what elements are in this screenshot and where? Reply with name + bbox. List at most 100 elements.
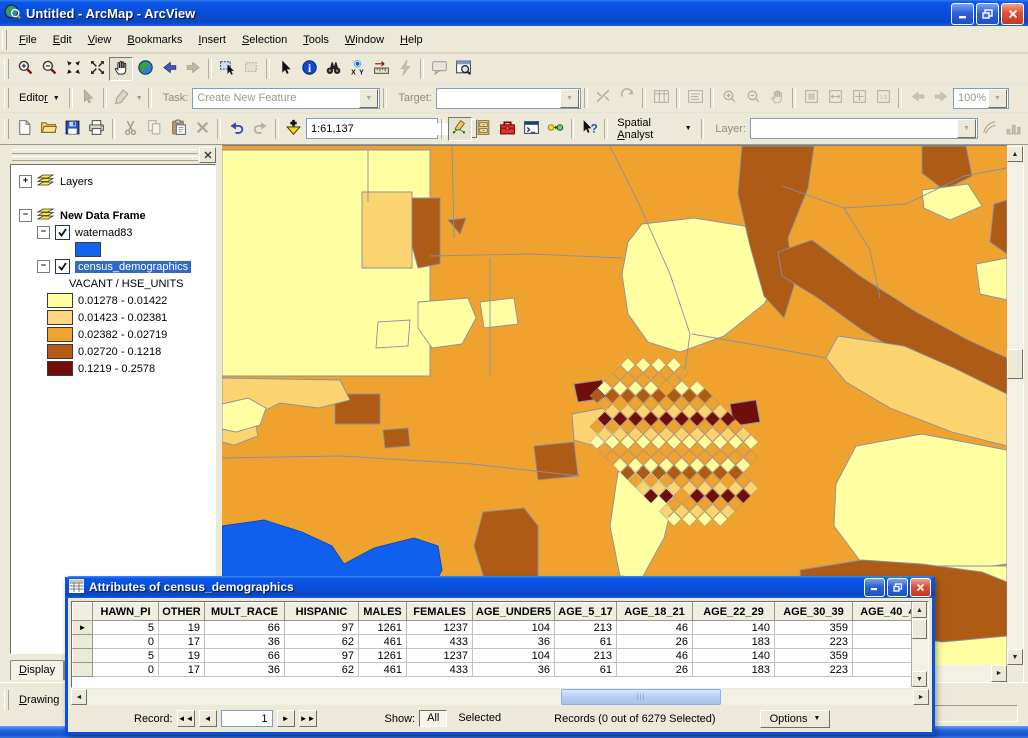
column-header-age_30_39[interactable]: AGE_30_39 — [775, 603, 853, 621]
spatial-analyst-menu-button[interactable]: Spatial Analyst▼ — [611, 115, 697, 143]
new-map-button[interactable] — [13, 117, 37, 141]
table-vertical-scrollbar[interactable]: ▲ ▼ — [911, 602, 928, 687]
undo-button[interactable] — [224, 117, 248, 141]
cell[interactable]: 62 — [285, 635, 359, 649]
pan-button[interactable] — [109, 57, 133, 81]
editor-menu-button[interactable]: Editor▼ — [13, 90, 66, 106]
cell[interactable]: 461 — [359, 663, 407, 677]
find-button[interactable] — [321, 57, 345, 81]
options-button[interactable]: Options▼ — [760, 710, 831, 728]
legend-swatch[interactable] — [47, 293, 73, 308]
layer-checkbox[interactable] — [55, 225, 70, 240]
column-header-age_under5[interactable]: AGE_UNDER5 — [473, 603, 555, 621]
cell[interactable]: 19 — [159, 649, 205, 663]
table-scroll-down-icon[interactable]: ▼ — [912, 671, 927, 687]
command-window-button[interactable] — [520, 117, 544, 141]
cell[interactable]: 62 — [285, 663, 359, 677]
cell[interactable]: 36 — [205, 635, 285, 649]
toc-root-label[interactable]: Layers — [60, 176, 93, 188]
chevron-down-icon[interactable]: ▼ — [957, 119, 976, 138]
restore-button[interactable] — [976, 3, 999, 25]
modelbuilder-button[interactable] — [544, 117, 568, 141]
first-record-button[interactable]: ◄◄ — [177, 710, 195, 727]
map-scale-combo[interactable]: ▼ — [306, 118, 438, 139]
paste-button[interactable] — [166, 117, 190, 141]
cell[interactable]: 97 — [285, 649, 359, 663]
record-number-input[interactable] — [221, 710, 273, 727]
cell[interactable]: 66 — [205, 649, 285, 663]
menu-tools[interactable]: Tools — [295, 29, 337, 51]
toolbar-grip[interactable] — [4, 119, 9, 139]
select-elements-button[interactable] — [273, 57, 297, 81]
zoom-out-button[interactable] — [37, 57, 61, 81]
print-button[interactable] — [85, 117, 109, 141]
cell[interactable]: 140 — [693, 621, 775, 635]
go-back-extent-button[interactable] — [157, 57, 181, 81]
layer-label-waternad83[interactable]: waternad83 — [75, 227, 133, 239]
previous-record-button[interactable]: ◄ — [199, 710, 217, 727]
cell[interactable]: 26 — [617, 635, 693, 649]
cell[interactable]: 47 — [853, 621, 912, 635]
collapse-icon[interactable]: − — [19, 209, 32, 222]
cell[interactable]: 433 — [407, 635, 473, 649]
cell[interactable]: 5 — [93, 621, 159, 635]
add-data-button[interactable] — [282, 117, 306, 141]
cell[interactable]: 1261 — [359, 621, 407, 635]
cell[interactable]: 183 — [693, 635, 775, 649]
cell[interactable]: 17 — [159, 635, 205, 649]
cell[interactable]: 46 — [617, 621, 693, 635]
row-indicator[interactable] — [73, 649, 93, 663]
task-combo[interactable]: Create New Feature▼ — [192, 88, 380, 109]
column-header-males[interactable]: MALES — [359, 603, 407, 621]
cell[interactable]: 10 — [853, 635, 912, 649]
column-header-age_5_17[interactable]: AGE_5_17 — [555, 603, 617, 621]
layer-checkbox[interactable] — [55, 259, 70, 274]
column-header-hispanic[interactable]: HISPANIC — [285, 603, 359, 621]
scroll-right-icon[interactable]: ► — [991, 665, 1007, 682]
identify-button[interactable]: i — [297, 57, 321, 81]
next-record-button[interactable]: ► — [277, 710, 295, 727]
zoom-percent-combo[interactable]: 100%▼ — [953, 88, 1009, 109]
cell[interactable]: 359 — [775, 621, 853, 635]
tab-display[interactable]: Display — [10, 660, 64, 680]
scroll-down-icon[interactable]: ▼ — [1007, 649, 1023, 665]
cell[interactable]: 461 — [359, 635, 407, 649]
arccatalog-button[interactable] — [472, 117, 496, 141]
data-frame-label[interactable]: New Data Frame — [60, 210, 146, 222]
collapse-icon[interactable]: − — [37, 226, 50, 239]
cell[interactable]: 140 — [693, 649, 775, 663]
cell[interactable]: 46 — [617, 649, 693, 663]
fixed-zoom-in-button[interactable] — [61, 57, 85, 81]
cell[interactable]: 183 — [693, 663, 775, 677]
chevron-down-icon[interactable]: ▼ — [988, 89, 1007, 108]
cell[interactable]: 36 — [473, 635, 555, 649]
column-header-age_22_29[interactable]: AGE_22_29 — [693, 603, 775, 621]
arctoolbox-button[interactable] — [496, 117, 520, 141]
spatial-layer-combo[interactable]: ▼ — [750, 118, 978, 139]
select-features-button[interactable] — [215, 57, 239, 81]
cell[interactable]: 17 — [159, 663, 205, 677]
cell[interactable]: 36 — [205, 663, 285, 677]
cell[interactable]: 1237 — [407, 649, 473, 663]
save-button[interactable] — [61, 117, 85, 141]
menu-file[interactable]: File — [11, 29, 45, 51]
row-indicator[interactable]: ► — [73, 621, 93, 635]
menu-view[interactable]: View — [80, 29, 120, 51]
cell[interactable]: 1237 — [407, 621, 473, 635]
attr-close-button[interactable] — [910, 578, 931, 597]
column-header-age_18_21[interactable]: AGE_18_21 — [617, 603, 693, 621]
column-header-females[interactable]: FEMALES — [407, 603, 473, 621]
table-horizontal-scrollbar[interactable]: ◄ ||| ► — [71, 689, 929, 705]
chevron-down-icon[interactable]: ▼ — [359, 89, 378, 108]
row-indicator[interactable] — [73, 663, 93, 677]
attr-minimize-button[interactable] — [864, 578, 885, 597]
cell[interactable]: 433 — [407, 663, 473, 677]
menu-selection[interactable]: Selection — [234, 29, 295, 51]
expand-icon[interactable]: + — [19, 175, 32, 188]
cell[interactable]: 104 — [473, 621, 555, 635]
column-header-hawn_pi[interactable]: HAWN_PI — [93, 603, 159, 621]
legend-swatch[interactable] — [47, 344, 73, 359]
table-hscroll-thumb[interactable]: ||| — [561, 689, 721, 705]
show-all-button[interactable]: All — [419, 710, 447, 727]
cell[interactable]: 0 — [93, 663, 159, 677]
